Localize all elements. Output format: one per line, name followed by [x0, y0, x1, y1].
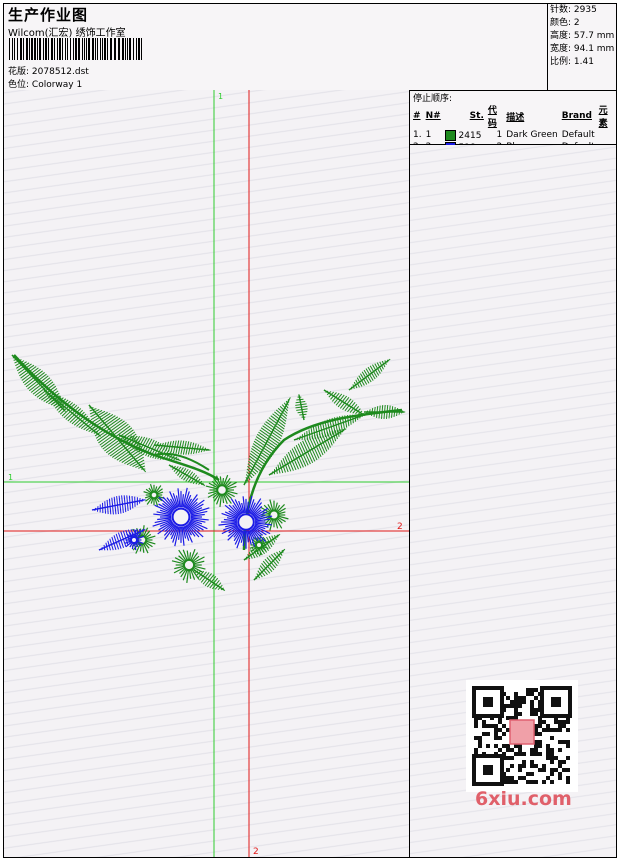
- stats-box: 针数: 2935 颜色: 2 高度: 57.7 mm 宽度: 94.1 mm 比…: [547, 4, 617, 90]
- table-header-row: # N# St. 代码 描述 Brand 元素: [412, 103, 616, 129]
- row-brand: Default: [561, 130, 595, 140]
- stat-colors: 颜色: 2: [550, 18, 580, 28]
- design-file-label: 花版:: [8, 67, 30, 77]
- col-element: 元素: [598, 106, 608, 129]
- embroidery-preview: 1 1 2 2: [4, 90, 409, 857]
- row-element: [598, 129, 616, 141]
- stat-stitches: 针数: 2935: [550, 5, 597, 15]
- embroidery-motif: [11, 354, 406, 592]
- row-stitches: 2415: [458, 130, 482, 141]
- qr-code-icon: [466, 680, 578, 792]
- company-name: Wilcom(汇宏) 绣饰工作室: [8, 28, 126, 39]
- stat-height: 高度: 57.7 mm: [550, 31, 615, 41]
- sheet-header: 生产作业图 Wilcom(汇宏) 绣饰工作室 花版: 2078512.dst 色…: [4, 4, 616, 91]
- barcode-icon: [9, 38, 142, 60]
- watermark-brand: 6xiu.com: [475, 788, 572, 810]
- row-code: 1: [496, 130, 503, 140]
- color-swatch-icon: [444, 129, 456, 141]
- sheet-title: 生产作业图: [8, 6, 89, 24]
- row-index: 1.: [413, 130, 422, 140]
- design-canvas[interactable]: 1 1 2 2: [4, 90, 410, 857]
- red-guide-bottom-label: 2: [253, 847, 259, 857]
- stat-scale: 比例: 1.41: [550, 57, 594, 67]
- red-guide-right-label: 2: [397, 522, 403, 532]
- design-file-name: 2078512.dst: [31, 67, 89, 77]
- col-index: #: [413, 111, 421, 121]
- colorway-label: 色位:: [8, 80, 30, 90]
- table-row[interactable]: 1. 1 2415 1 Dark Green Default: [412, 129, 616, 141]
- row-stitches-cell: 2415: [444, 129, 487, 141]
- col-code: 代码: [487, 106, 497, 129]
- col-brand: Brand: [561, 111, 592, 121]
- stop-sequence-panel: 停止顺序: # N# St. 代码 描述 Brand 元素 1. 1 2415: [410, 90, 616, 153]
- row-needle: 1: [425, 130, 432, 140]
- row-description: Dark Green: [506, 130, 558, 140]
- green-guide-left-label: 1: [8, 473, 13, 482]
- col-stitches: St.: [469, 111, 484, 121]
- stat-width: 宽度: 94.1 mm: [550, 44, 615, 54]
- green-guide-top-label: 1: [218, 92, 223, 101]
- design-file-line: 花版: 2078512.dst: [8, 64, 89, 77]
- green-stitch-layer: [11, 354, 406, 592]
- col-description: 描述: [506, 112, 525, 123]
- col-needle: N#: [425, 111, 441, 121]
- colorway-name: Colorway 1: [31, 80, 83, 90]
- colorway-line: 色位: Colorway 1: [8, 77, 82, 90]
